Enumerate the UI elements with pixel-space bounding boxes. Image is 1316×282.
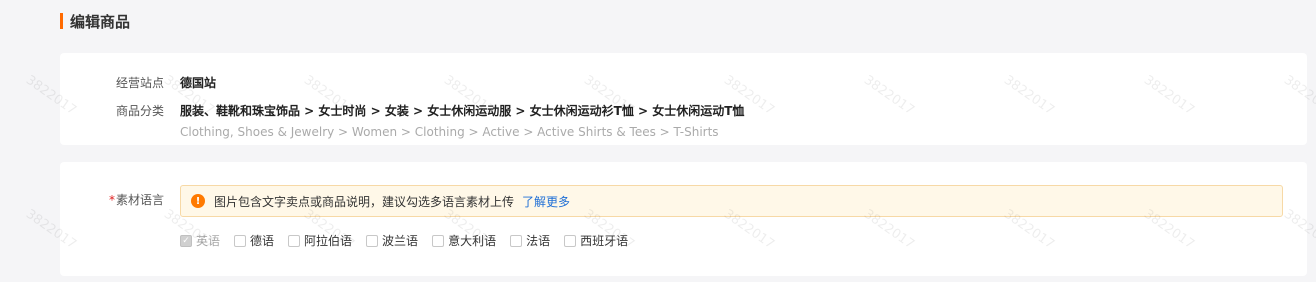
- category-path-cn: 服装、鞋靴和珠宝饰品 > 女士时尚 > 女装 > 女士休闲运动服 > 女士休闲运…: [180, 104, 745, 118]
- checkbox-arabic[interactable]: 阿拉伯语: [288, 232, 352, 249]
- language-tip-alert: ! 图片包含文字卖点或商品说明，建议勾选多语言素材上传 了解更多: [180, 185, 1283, 217]
- material-language-card: *素材语言 ! 图片包含文字卖点或商品说明，建议勾选多语言素材上传 了解更多 ✓…: [60, 162, 1307, 276]
- category-row: 商品分类 服装、鞋靴和珠宝饰品 > 女士时尚 > 女装 > 女士休闲运动服 > …: [60, 102, 744, 141]
- title-accent-bar: [60, 13, 63, 29]
- page-title: 编辑商品: [70, 12, 131, 31]
- site-category-card: 经营站点 德国站 商品分类 服装、鞋靴和珠宝饰品 > 女士时尚 > 女装 > 女…: [60, 53, 1307, 145]
- checkbox-english: ✓ 英语: [180, 232, 220, 249]
- category-label: 商品分类: [115, 104, 164, 118]
- learn-more-link[interactable]: 了解更多: [522, 193, 570, 210]
- checkbox-polish[interactable]: 波兰语: [366, 232, 418, 249]
- page-header: 编辑商品: [60, 10, 130, 32]
- checkbox-icon[interactable]: [366, 234, 379, 247]
- checkbox-icon[interactable]: [510, 234, 523, 247]
- checkbox-german[interactable]: 德语: [234, 232, 274, 249]
- language-checkbox-group: ✓ 英语 德语 阿拉伯语 波兰语 意大利语 法语 西班牙语: [180, 232, 642, 249]
- checkbox-french[interactable]: 法语: [510, 232, 550, 249]
- checkbox-icon[interactable]: [234, 234, 247, 247]
- checkbox-icon[interactable]: [288, 234, 301, 247]
- material-language-row: *素材语言: [60, 191, 180, 209]
- site-label: 经营站点: [115, 76, 164, 90]
- checkbox-icon[interactable]: [564, 234, 577, 247]
- checkbox-checked-icon: ✓: [180, 234, 192, 247]
- checkbox-italian[interactable]: 意大利语: [432, 232, 496, 249]
- warning-icon: !: [191, 194, 205, 208]
- category-path-en: Clothing, Shoes & Jewelry > Women > Clot…: [180, 125, 719, 139]
- site-row: 经营站点 德国站: [60, 74, 216, 92]
- material-language-label: *素材语言: [108, 193, 164, 207]
- checkbox-spanish[interactable]: 西班牙语: [564, 232, 628, 249]
- checkbox-icon[interactable]: [432, 234, 445, 247]
- required-mark: *: [108, 193, 115, 207]
- alert-text: 图片包含文字卖点或商品说明，建议勾选多语言素材上传: [214, 194, 515, 209]
- site-value: 德国站: [180, 76, 217, 90]
